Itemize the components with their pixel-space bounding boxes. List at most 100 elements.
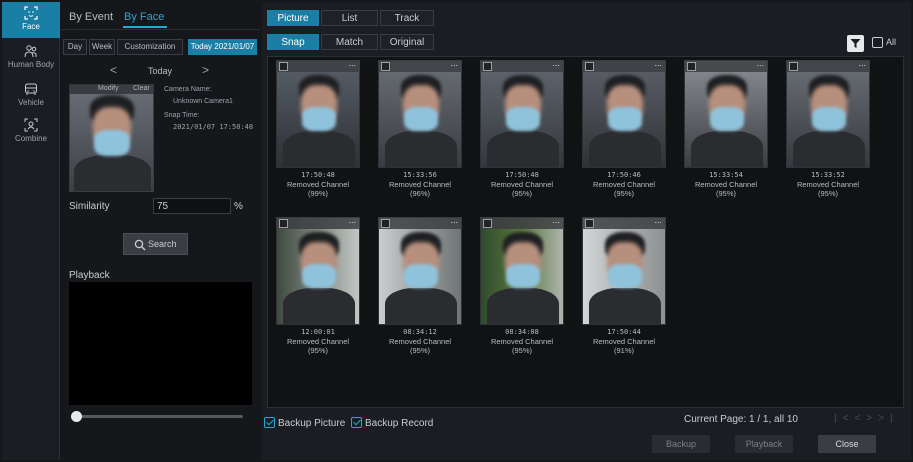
rail-item-vehicle[interactable]: Vehicle bbox=[2, 78, 60, 114]
card-checkbox[interactable] bbox=[687, 62, 696, 71]
tab-by-event[interactable]: By Event bbox=[69, 11, 113, 23]
rail-item-human-body[interactable]: Human Body bbox=[2, 40, 60, 76]
playback-progress-track[interactable] bbox=[71, 415, 243, 418]
card-checkbox[interactable] bbox=[381, 219, 390, 228]
card-checkbox[interactable] bbox=[585, 62, 594, 71]
modify-button[interactable]: Modify bbox=[98, 85, 119, 92]
range-customization-button[interactable]: Customization bbox=[117, 39, 183, 55]
sub-tab-original[interactable]: Original bbox=[380, 34, 434, 50]
snap-time: 15:33:56 bbox=[403, 171, 437, 179]
date-label: Today bbox=[148, 66, 173, 76]
sub-tab-snap[interactable]: Snap bbox=[267, 34, 319, 50]
range-week-button[interactable]: Week bbox=[89, 39, 115, 55]
card-toolbar bbox=[378, 60, 462, 72]
snapshot-image[interactable] bbox=[378, 217, 462, 325]
select-all-checkbox[interactable] bbox=[872, 37, 883, 48]
similarity-score: (95%) bbox=[511, 189, 532, 198]
more-options-icon[interactable]: ... bbox=[348, 58, 356, 68]
playback-video-area[interactable] bbox=[69, 282, 252, 405]
range-day-button[interactable]: Day bbox=[63, 39, 87, 55]
more-options-icon[interactable]: ... bbox=[348, 215, 356, 225]
close-button[interactable]: Close bbox=[818, 435, 876, 453]
divider bbox=[61, 29, 260, 30]
card-toolbar bbox=[276, 60, 360, 72]
backup-record-checkbox[interactable] bbox=[351, 417, 362, 428]
more-options-icon[interactable]: ... bbox=[654, 215, 662, 225]
sub-tab-match[interactable]: Match bbox=[321, 34, 378, 50]
first-page-icon[interactable]: |< bbox=[834, 413, 854, 424]
more-options-icon[interactable]: ... bbox=[450, 215, 458, 225]
card-checkbox[interactable] bbox=[279, 62, 288, 71]
rail-item-face[interactable]: Face bbox=[2, 2, 60, 38]
card-checkbox[interactable] bbox=[381, 62, 390, 71]
search-button[interactable]: Search bbox=[123, 233, 188, 255]
snapshot-image[interactable] bbox=[684, 60, 768, 168]
snapshot-image[interactable] bbox=[582, 217, 666, 325]
similarity-score: (99%) bbox=[307, 189, 328, 198]
view-tab-picture[interactable]: Picture bbox=[267, 10, 319, 26]
backup-button[interactable]: Backup bbox=[652, 435, 710, 453]
snapshot-image[interactable] bbox=[480, 60, 564, 168]
pagination-controls[interactable]: |<<>>| bbox=[834, 413, 899, 424]
more-options-icon[interactable]: ... bbox=[552, 215, 560, 225]
card-toolbar bbox=[276, 217, 360, 229]
camera-name-label: Camera Name: bbox=[164, 86, 212, 93]
range-today-button[interactable]: Today 2021/01/07 bbox=[188, 39, 257, 55]
card-caption: 12:00:01 Removed Channel (95%) bbox=[266, 328, 370, 355]
card-checkbox[interactable] bbox=[483, 62, 492, 71]
filter-button[interactable] bbox=[847, 35, 864, 52]
card-toolbar bbox=[684, 60, 768, 72]
more-options-icon[interactable]: ... bbox=[552, 58, 560, 68]
similarity-score: (95%) bbox=[409, 346, 430, 355]
similarity-input[interactable] bbox=[153, 198, 231, 214]
snapshot-image[interactable] bbox=[582, 60, 666, 168]
face-icon bbox=[24, 6, 38, 20]
card-toolbar bbox=[480, 60, 564, 72]
more-options-icon[interactable]: ... bbox=[654, 58, 662, 68]
rail-item-combine[interactable]: Combine bbox=[2, 114, 60, 150]
date-next-button[interactable]: > bbox=[202, 63, 209, 77]
more-options-icon[interactable]: ... bbox=[858, 58, 866, 68]
playback-button[interactable]: Playback bbox=[735, 435, 793, 453]
clear-button[interactable]: Clear bbox=[133, 85, 150, 92]
channel-name: Removed Channel bbox=[694, 180, 758, 189]
more-options-icon[interactable]: ... bbox=[450, 58, 458, 68]
snap-time: 17:50:44 bbox=[607, 328, 641, 336]
card-toolbar bbox=[480, 217, 564, 229]
snapshot-image[interactable] bbox=[276, 60, 360, 168]
prev-page-icon[interactable]: < bbox=[854, 413, 866, 424]
card-caption: 08:34:12 Removed Channel (95%) bbox=[368, 328, 472, 355]
similarity-score: (95%) bbox=[307, 346, 328, 355]
playback-progress-handle[interactable] bbox=[71, 411, 82, 422]
active-tab-underline bbox=[123, 26, 167, 28]
snapshot-image[interactable] bbox=[786, 60, 870, 168]
date-prev-button[interactable]: < bbox=[110, 63, 117, 77]
search-panel: By Event By Face Day Week Customization … bbox=[61, 2, 260, 460]
card-checkbox[interactable] bbox=[789, 62, 798, 71]
card-checkbox[interactable] bbox=[585, 219, 594, 228]
last-page-icon[interactable]: >| bbox=[878, 413, 898, 424]
channel-name: Removed Channel bbox=[592, 180, 656, 189]
card-caption: 15:33:56 Removed Channel (96%) bbox=[368, 171, 472, 198]
view-tab-track[interactable]: Track bbox=[380, 10, 434, 26]
card-checkbox[interactable] bbox=[483, 219, 492, 228]
tab-by-face[interactable]: By Face bbox=[124, 11, 164, 23]
snapshot-image[interactable] bbox=[480, 217, 564, 325]
similarity-score: (95%) bbox=[613, 189, 634, 198]
snap-time: 15:33:54 bbox=[709, 171, 743, 179]
backup-picture-label: Backup Picture bbox=[278, 418, 346, 429]
snapshot-image[interactable] bbox=[276, 217, 360, 325]
channel-name: Removed Channel bbox=[796, 180, 860, 189]
card-caption: 17:50:48 Removed Channel (95%) bbox=[470, 171, 574, 198]
snapshot-image[interactable] bbox=[378, 60, 462, 168]
view-tab-list[interactable]: List bbox=[321, 10, 378, 26]
snap-time: 08:34:08 bbox=[505, 328, 539, 336]
card-checkbox[interactable] bbox=[279, 219, 288, 228]
next-page-icon[interactable]: > bbox=[866, 413, 878, 424]
search-icon bbox=[134, 239, 146, 251]
backup-picture-checkbox[interactable] bbox=[264, 417, 275, 428]
channel-name: Removed Channel bbox=[592, 337, 656, 346]
more-options-icon[interactable]: ... bbox=[756, 58, 764, 68]
channel-name: Removed Channel bbox=[388, 337, 452, 346]
snap-time-value: 2021/01/07 17:50:48 bbox=[173, 123, 254, 131]
